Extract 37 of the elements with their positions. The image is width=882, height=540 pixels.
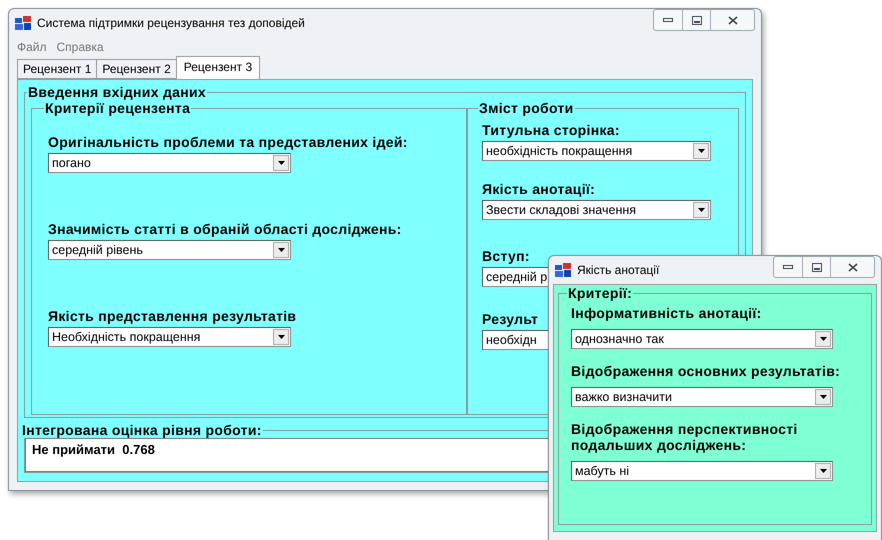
group-title: Зміст роботи — [478, 100, 575, 116]
minimize-icon — [783, 265, 793, 269]
menu-item[interactable]: Справка — [56, 40, 104, 54]
dropdown[interactable]: необхідність покращення — [482, 141, 711, 161]
tab[interactable]: Рецензент 3 — [176, 56, 260, 79]
dropdown[interactable]: Звести складові значення — [482, 200, 711, 220]
group-title: Критерії: — [567, 285, 634, 301]
group-title: Інтегрована оцінка рівня роботи: — [21, 422, 263, 438]
tab[interactable]: Рецензент 2 — [96, 59, 177, 79]
dropdown[interactable]: мабуть ні — [571, 461, 833, 481]
app-icon — [555, 263, 571, 277]
field-label: Результ — [482, 311, 538, 327]
menu-item[interactable]: Файл — [17, 40, 47, 54]
dropdown[interactable]: погано — [48, 153, 291, 173]
field-label: Відображення основних результатів: — [571, 363, 840, 379]
dropdown[interactable]: середній рівень — [48, 240, 291, 260]
close-icon — [728, 16, 738, 24]
maximize-icon — [812, 262, 822, 272]
dropdown[interactable]: однозначно так — [571, 329, 833, 349]
maximize-icon — [692, 16, 702, 24]
field-label: Інформативність анотації: — [571, 305, 762, 321]
window-title: Якість анотації — [577, 263, 660, 277]
dropdown[interactable]: Необхідність покращення — [48, 327, 291, 347]
close-icon — [848, 262, 858, 272]
field-label: Вступ: — [482, 248, 530, 264]
window-title: Система підтримки рецензування тез доповідей — [37, 16, 306, 30]
minimize-icon — [663, 18, 673, 22]
field-label: Значимість статті в обраній області досліджень: — [48, 221, 402, 237]
field-label: Якість анотації: — [482, 181, 596, 197]
group-title: Критерії рецензента — [44, 100, 192, 116]
group-title: Введення вхідних даних — [27, 84, 207, 100]
app-icon — [15, 16, 31, 30]
tab[interactable]: Рецензент 1 — [17, 59, 98, 79]
field-label: Оригінальність проблеми та представлених ідей: — [48, 134, 408, 150]
dropdown[interactable]: важко визначити — [571, 387, 833, 407]
field-label: Титульна сторінка: — [482, 122, 620, 138]
field-label: Якість представлення результатів — [48, 308, 296, 324]
